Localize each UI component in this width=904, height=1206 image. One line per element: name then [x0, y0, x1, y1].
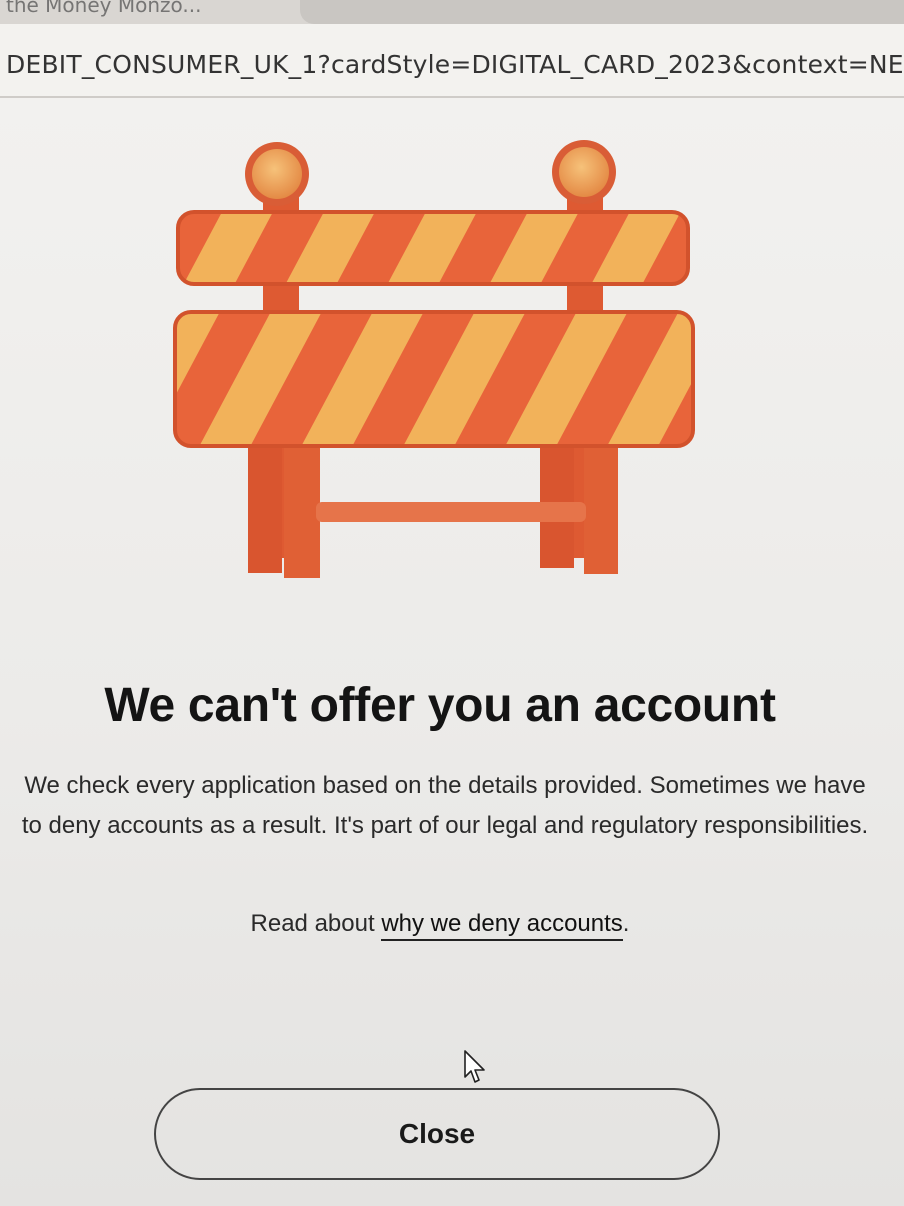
read-more-prefix: Read about [250, 910, 382, 937]
browser-tab[interactable] [300, 0, 904, 24]
close-button[interactable]: Close [154, 1088, 720, 1180]
read-more-suffix: . [622, 910, 630, 937]
url-text[interactable]: DEBIT_CONSUMER_UK_1?cardStyle=DIGITAL_CA… [6, 50, 904, 79]
tab-title[interactable]: the Money Monzo... [6, 0, 201, 17]
road-barrier-icon [173, 140, 695, 578]
why-we-deny-link[interactable]: why we deny accounts [381, 910, 623, 941]
explanation-text: We check every application based on the … [21, 772, 869, 839]
address-bar[interactable]: DEBIT_CONSUMER_UK_1?cardStyle=DIGITAL_CA… [0, 24, 904, 98]
read-more-line: Read about why we deny accounts. [0, 910, 880, 941]
mouse-pointer-icon [464, 1050, 485, 1083]
browser-tab-strip: the Money Monzo... [0, 0, 904, 24]
page-content: We can't offer you an account We check e… [0, 98, 904, 1206]
page-title: We can't offer you an account [104, 679, 776, 732]
